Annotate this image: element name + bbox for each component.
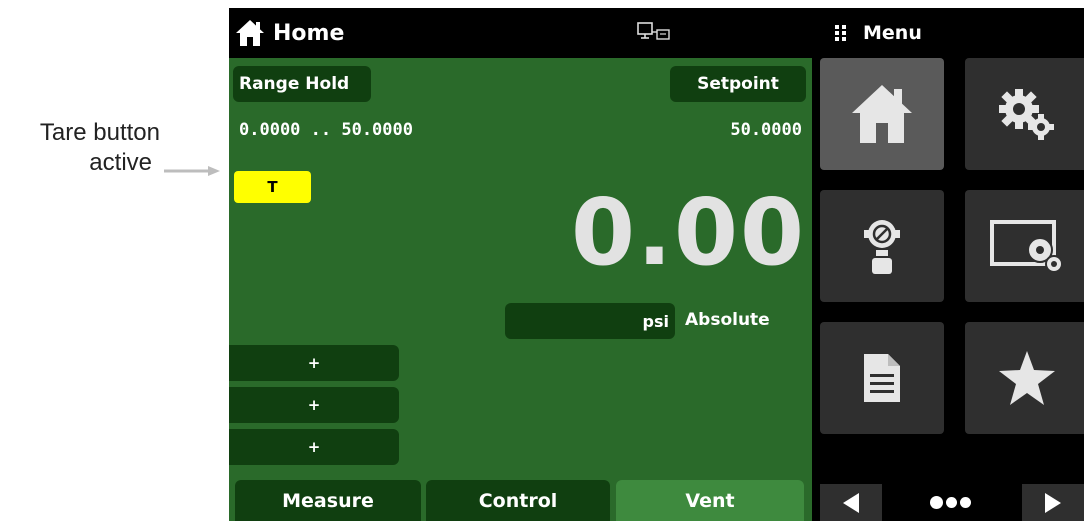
unit-button[interactable]: psi	[505, 303, 675, 339]
add-view-button-3[interactable]: +	[229, 429, 399, 465]
triangle-right-icon	[1045, 492, 1061, 513]
tab-measure[interactable]: Measure	[235, 480, 421, 521]
arrow-right-icon	[164, 166, 220, 176]
document-icon	[864, 354, 900, 402]
network-icon	[637, 22, 671, 46]
sensor-tile[interactable]	[820, 190, 944, 302]
favorites-tile[interactable]	[965, 322, 1084, 434]
pressure-reading: 0.00	[571, 179, 806, 286]
display-settings-icon	[990, 220, 1063, 273]
add-view-button-1[interactable]: +	[229, 345, 399, 381]
star-icon	[999, 351, 1055, 405]
pressure-mode: Absolute	[685, 310, 770, 330]
menu-label: Menu	[863, 22, 922, 44]
annotation-line-2: active	[89, 149, 152, 176]
annotation-label: Tare button active	[0, 118, 160, 178]
page-dots-icon	[930, 496, 971, 509]
tab-vent[interactable]: Vent	[616, 480, 804, 521]
gears-icon	[999, 89, 1054, 140]
home-icon	[236, 20, 264, 46]
range-values: 0.0000 .. 50.0000	[239, 120, 413, 140]
triangle-left-icon	[843, 492, 859, 513]
next-page-button[interactable]	[1022, 484, 1084, 521]
tab-control[interactable]: Control	[426, 480, 610, 521]
device-screen: Home Menu Range Hold Setpoint 0.0000 .. …	[229, 8, 1084, 521]
home-tile[interactable]	[820, 58, 944, 170]
add-view-button-2[interactable]: +	[229, 387, 399, 423]
home-title: Home	[235, 18, 344, 48]
measurement-panel: Range Hold Setpoint 0.0000 .. 50.0000 50…	[229, 58, 812, 521]
range-hold-button[interactable]: Range Hold	[233, 66, 371, 102]
tare-button[interactable]: T	[234, 171, 311, 203]
display-settings-tile[interactable]	[965, 190, 1084, 302]
home-icon	[852, 85, 912, 143]
grid-dots-icon	[835, 25, 846, 41]
settings-tile[interactable]	[965, 58, 1084, 170]
title-bar: Home Menu	[229, 8, 1084, 58]
annotation-line-1: Tare button	[39, 119, 160, 146]
setpoint-button[interactable]: Setpoint	[670, 66, 806, 102]
menu-pager	[812, 478, 1084, 521]
setpoint-value: 50.0000	[730, 120, 802, 140]
previous-page-button[interactable]	[820, 484, 882, 521]
page-title: Home	[273, 20, 345, 46]
document-tile[interactable]	[820, 322, 944, 434]
sensor-icon	[864, 220, 900, 274]
menu-button[interactable]: Menu	[835, 18, 922, 48]
